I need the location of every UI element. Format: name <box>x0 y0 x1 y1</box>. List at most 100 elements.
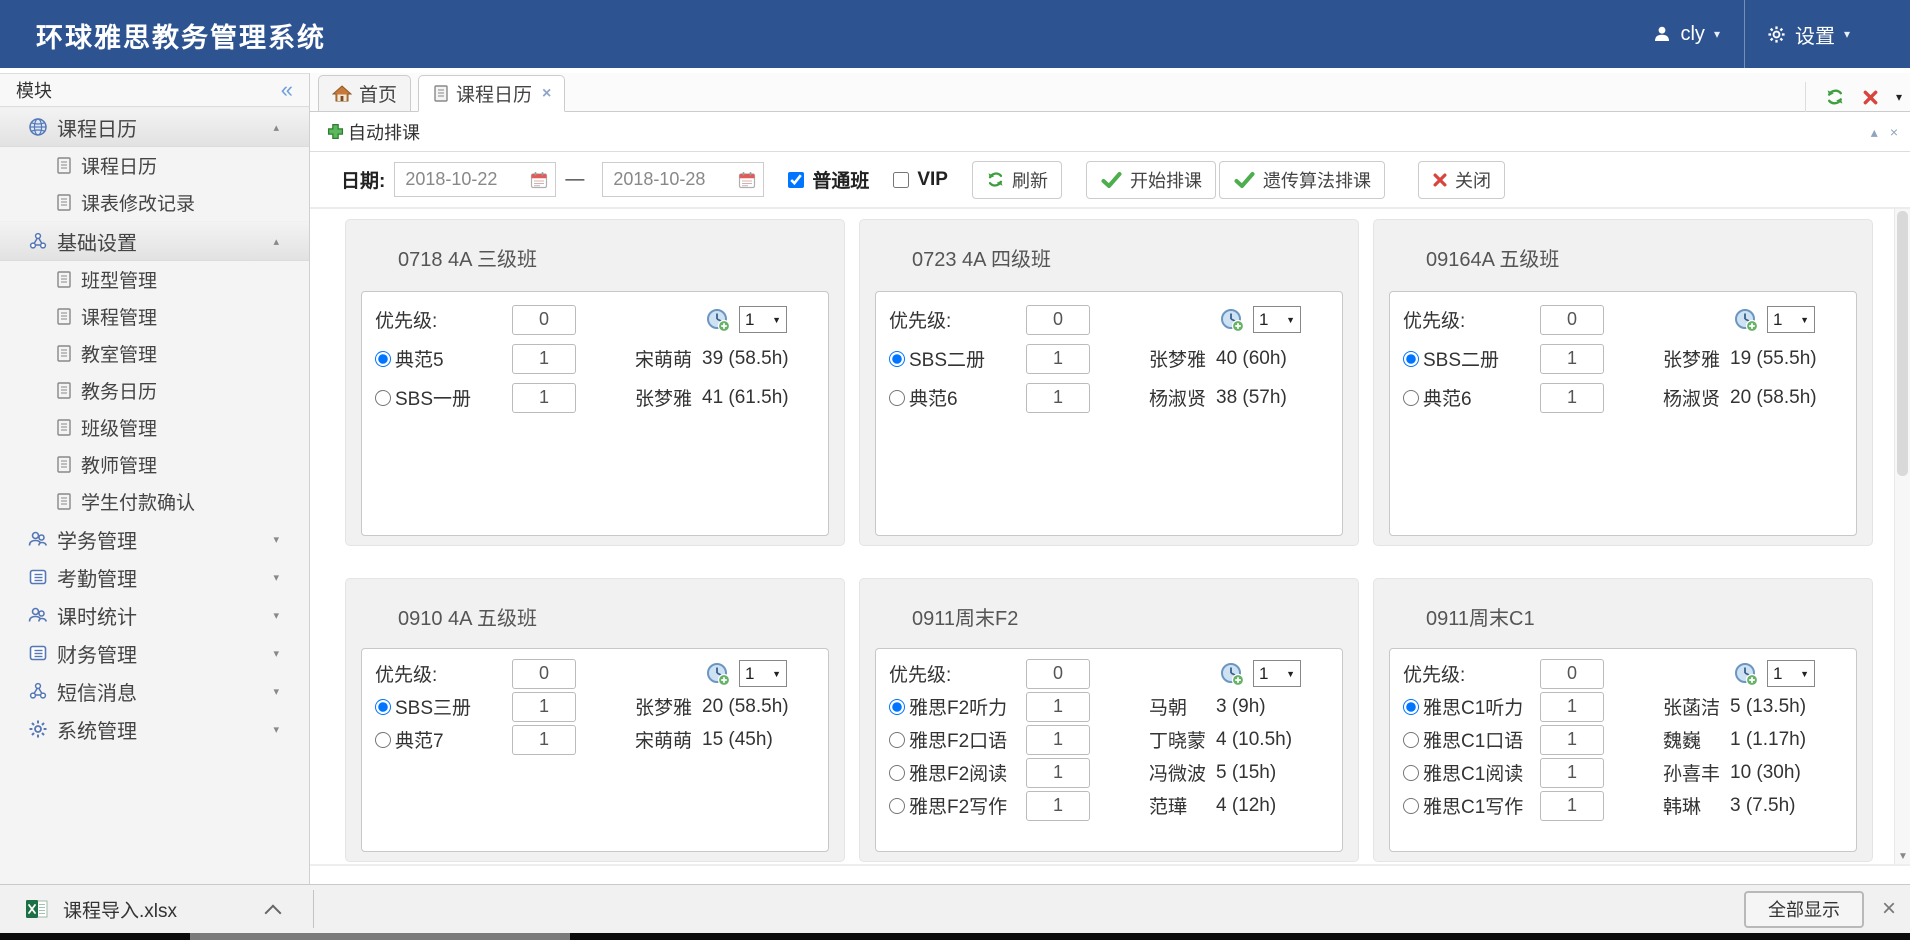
sidebar-item-course-calendar[interactable]: 课程日历 <box>0 147 309 184</box>
sidebar-item-classroom-mgmt[interactable]: 教室管理 <box>0 335 309 372</box>
horizontal-scrollbar-thumb[interactable] <box>190 933 570 940</box>
course-value-input[interactable] <box>1540 383 1604 413</box>
sidebar-item-teacher-mgmt[interactable]: 教师管理 <box>0 446 309 483</box>
course-value-input[interactable] <box>1540 758 1604 788</box>
slot-select[interactable]: 1▼ <box>1767 660 1815 687</box>
priority-input[interactable] <box>512 305 576 335</box>
sidebar-group-hours-stats[interactable]: 课时统计 ▾ <box>0 596 309 634</box>
priority-input[interactable] <box>1540 305 1604 335</box>
course-radio[interactable] <box>1403 351 1419 367</box>
sidebar-group-finance[interactable]: 财务管理 ▾ <box>0 634 309 672</box>
schedule-time-icon[interactable] <box>1219 307 1245 333</box>
course-radio[interactable] <box>375 351 391 367</box>
lesson-count: 4 (12h) <box>1216 795 1276 817</box>
sidebar-group-course-calendar[interactable]: 课程日历 ▴ <box>0 107 309 147</box>
sidebar-item-class-mgmt[interactable]: 班级管理 <box>0 409 309 446</box>
nodes-icon <box>28 681 48 701</box>
course-radio[interactable] <box>889 351 905 367</box>
scrollbar-thumb[interactable] <box>1897 211 1908 476</box>
course-value-input[interactable] <box>1026 791 1090 821</box>
course-radio[interactable] <box>1403 699 1419 715</box>
vip-checkbox-input[interactable] <box>893 172 909 188</box>
course-value-input[interactable] <box>1026 725 1090 755</box>
course-radio[interactable] <box>889 699 905 715</box>
sidebar-group-attendance[interactable]: 考勤管理 ▾ <box>0 558 309 596</box>
refresh-button[interactable]: 刷新 <box>972 161 1062 199</box>
slot-select[interactable]: 1▼ <box>739 306 787 333</box>
tab-home[interactable]: 首页 <box>318 75 411 112</box>
start-scheduling-button[interactable]: 开始排课 <box>1086 161 1216 199</box>
close-download-bar-icon[interactable]: × <box>1882 897 1896 921</box>
sidebar-group-student-affairs[interactable]: 学务管理 ▾ <box>0 520 309 558</box>
course-value-input[interactable] <box>512 383 576 413</box>
normal-class-checkbox-input[interactable] <box>788 172 804 188</box>
chevron-up-icon[interactable] <box>265 902 281 916</box>
close-all-tabs-icon[interactable] <box>1862 89 1879 106</box>
refresh-tab-icon[interactable] <box>1825 87 1845 107</box>
course-value-input[interactable] <box>512 344 576 374</box>
show-all-downloads-button[interactable]: 全部显示 <box>1744 891 1864 928</box>
vip-checkbox[interactable]: VIP <box>893 169 948 191</box>
course-radio[interactable] <box>889 732 905 748</box>
course-value-input[interactable] <box>1026 692 1090 722</box>
course-radio[interactable] <box>1403 798 1419 814</box>
collapse-panel-icon[interactable]: ▴ <box>1871 124 1878 141</box>
course-value-input[interactable] <box>512 725 576 755</box>
course-radio[interactable] <box>375 390 391 406</box>
schedule-time-icon[interactable] <box>1733 307 1759 333</box>
course-value-input[interactable] <box>1540 791 1604 821</box>
schedule-time-icon[interactable] <box>1219 661 1245 687</box>
course-radio[interactable] <box>889 765 905 781</box>
sidebar-group-basic-settings[interactable]: 基础设置 ▴ <box>0 221 309 261</box>
schedule-time-icon[interactable] <box>705 661 731 687</box>
calendar-icon[interactable] <box>529 170 549 190</box>
slot-select[interactable]: 1▼ <box>1767 306 1815 333</box>
course-value-input[interactable] <box>1026 758 1090 788</box>
course-value-input[interactable] <box>1026 344 1090 374</box>
course-value-input[interactable] <box>512 692 576 722</box>
priority-input[interactable] <box>1540 659 1604 689</box>
schedule-time-icon[interactable] <box>705 307 731 333</box>
sidebar-item-student-payment[interactable]: 学生付款确认 <box>0 483 309 520</box>
slot-select[interactable]: 1▼ <box>1253 660 1301 687</box>
close-button[interactable]: 关闭 <box>1418 161 1505 199</box>
collapse-sidebar-icon[interactable]: « <box>281 80 293 100</box>
tab-course-calendar[interactable]: 课程日历 × <box>418 75 565 112</box>
sidebar-item-class-type[interactable]: 班型管理 <box>0 261 309 298</box>
course-value-input[interactable] <box>1540 725 1604 755</box>
slot-select[interactable]: 1▼ <box>739 660 787 687</box>
normal-class-checkbox[interactable]: 普通班 <box>788 166 869 193</box>
course-radio[interactable] <box>1403 765 1419 781</box>
course-radio[interactable] <box>1403 732 1419 748</box>
priority-input[interactable] <box>1026 659 1090 689</box>
genetic-scheduling-button[interactable]: 遗传算法排课 <box>1219 161 1385 199</box>
course-radio[interactable] <box>375 732 391 748</box>
course-radio[interactable] <box>889 390 905 406</box>
course-value-input[interactable] <box>1540 692 1604 722</box>
course-radio[interactable] <box>1403 390 1419 406</box>
priority-input[interactable] <box>512 659 576 689</box>
priority-input[interactable] <box>1026 305 1090 335</box>
course-radio[interactable] <box>375 699 391 715</box>
settings-menu[interactable]: 设置 ▾ <box>1767 20 1850 49</box>
close-tab-icon[interactable]: × <box>542 85 551 103</box>
schedule-time-icon[interactable] <box>1733 661 1759 687</box>
sidebar-group-system[interactable]: 系统管理 ▾ <box>0 710 309 748</box>
close-panel-icon[interactable]: × <box>1890 124 1898 140</box>
horizontal-scrollbar[interactable] <box>0 933 1910 940</box>
course-radio[interactable] <box>889 798 905 814</box>
sidebar-group-sms[interactable]: 短信消息 ▾ <box>0 672 309 710</box>
calendar-icon[interactable] <box>737 170 757 190</box>
course-value-input[interactable] <box>1540 344 1604 374</box>
scroll-down-icon[interactable]: ▼ <box>1895 851 1910 862</box>
sidebar-item-course-mgmt[interactable]: 课程管理 <box>0 298 309 335</box>
course-value-input[interactable] <box>1026 383 1090 413</box>
tab-list-caret-icon[interactable]: ▾ <box>1896 90 1902 104</box>
download-filename[interactable]: 课程导入.xlsx <box>63 896 177 923</box>
slot-select[interactable]: 1▼ <box>1253 306 1301 333</box>
user-menu[interactable]: cly ▾ <box>1653 23 1719 46</box>
sidebar-item-timetable-history[interactable]: 课表修改记录 <box>0 184 309 221</box>
sidebar-item-academic-calendar[interactable]: 教务日历 <box>0 372 309 409</box>
vertical-scrollbar[interactable]: ▼ <box>1894 209 1910 864</box>
document-icon <box>55 193 72 212</box>
